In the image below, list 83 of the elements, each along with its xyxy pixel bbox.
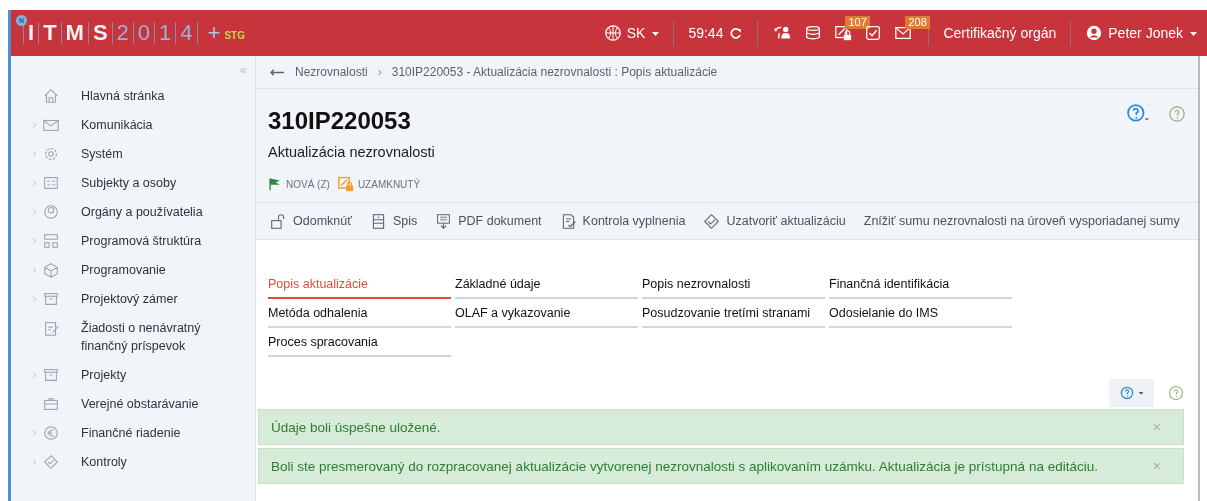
id-card-icon xyxy=(41,174,61,192)
logo-letter: T xyxy=(43,20,57,46)
user-menu[interactable]: Peter Jonek xyxy=(1081,24,1207,42)
toolbar-action[interactable]: PDF dokument xyxy=(435,212,542,230)
caret-icon xyxy=(652,32,660,36)
logo-digit: 1 xyxy=(159,20,172,46)
checkmark-icon xyxy=(41,453,61,471)
user-icon xyxy=(41,203,61,221)
briefcase-icon xyxy=(41,395,61,413)
euro-icon xyxy=(41,424,61,442)
tab[interactable]: Popis nezrovnalosti xyxy=(642,270,825,299)
tab[interactable]: Metóda odhalenia xyxy=(268,299,451,328)
logo-letter: M xyxy=(65,20,84,46)
sidebar-item[interactable]: Orgány a používatelia xyxy=(81,203,203,221)
checkbox-icon xyxy=(864,24,883,42)
sidebar-item[interactable]: Žiadosti o nenávratný finančný príspevok xyxy=(81,319,247,355)
database-icon xyxy=(804,24,823,42)
cube-icon xyxy=(41,261,61,279)
diamond-check-icon xyxy=(703,212,721,230)
alert-message: Údaje boli úspešne uložené. xyxy=(271,419,441,435)
archive-box-icon xyxy=(41,290,61,308)
environment-label: STG xyxy=(224,29,245,41)
sidebar-item[interactable]: Systém xyxy=(81,145,123,163)
count-badge: 107 xyxy=(845,16,870,29)
sidebar-item[interactable]: Kontroly xyxy=(81,453,127,471)
sidebar-item[interactable]: Komunikácia xyxy=(81,116,153,134)
record-code: 310IP220053 xyxy=(268,107,411,135)
logo-digit: 0 xyxy=(137,20,151,46)
locked-edit-icon xyxy=(834,24,853,42)
tab[interactable]: OLAF a vykazovanie xyxy=(455,299,638,328)
help-icon xyxy=(1168,105,1186,123)
caret-icon xyxy=(1190,32,1197,36)
toolbar-action[interactable]: Znížiť sumu nezrovnalosti na úroveň vysporiadanej sumy xyxy=(863,214,1180,228)
logo-digit: 2 xyxy=(116,20,129,46)
chevron-right-icon xyxy=(375,67,384,77)
toolbar-action[interactable]: Uzatvoriť aktualizáciu xyxy=(703,212,846,230)
globe-icon xyxy=(603,24,622,42)
pdf-icon xyxy=(435,212,453,230)
tab[interactable]: Posudzovanie tretími stranami xyxy=(642,299,825,328)
language-selector[interactable]: SK xyxy=(599,24,664,42)
lock-edit-icon xyxy=(337,176,354,192)
alert-message: Boli ste presmerovaný do rozpracovanej aktualizácie vytvorenej nezrovnalosti s aplikovaním uzámku. Aktualizácia je prístupná na editáciu. xyxy=(271,458,1098,474)
tab[interactable]: Odosielanie do IMS xyxy=(829,299,1012,328)
hierarchy-icon xyxy=(41,232,61,250)
sidebar-item[interactable]: Verejné obstarávanie xyxy=(81,395,199,413)
toolbar-action[interactable]: Spis xyxy=(369,212,418,230)
back-arrow-icon[interactable] xyxy=(270,67,285,77)
tab[interactable]: Popis aktualizácie xyxy=(268,270,451,299)
logo-digit: 4 xyxy=(180,20,193,46)
sidebar-item[interactable]: Hlavná stránka xyxy=(81,87,165,105)
unlock-icon xyxy=(270,212,287,230)
count-badge: 208 xyxy=(905,16,930,29)
tab[interactable]: Finančná identifikácia xyxy=(829,270,1012,299)
sidebar-item[interactable]: Programová štruktúra xyxy=(81,232,202,250)
help-dropdown[interactable] xyxy=(1109,379,1154,407)
caret-icon xyxy=(1138,390,1144,396)
logo-plus: + xyxy=(207,20,221,46)
refresh-icon xyxy=(728,25,744,41)
status-label: UZAMKNUTÝ xyxy=(357,178,421,190)
role-label[interactable]: Certifikačný orgán xyxy=(939,25,1061,41)
session-timer[interactable]: 59:44 xyxy=(684,25,748,41)
status-label: NOVÁ (Z) xyxy=(286,178,330,190)
toolbar-action[interactable]: Odomknúť xyxy=(270,212,352,230)
help-icon xyxy=(1168,385,1184,401)
tab[interactable]: Základné údaje xyxy=(455,270,638,299)
archive-box-icon xyxy=(41,366,61,384)
record-subtitle: Aktualizácia nezrovnalosti xyxy=(268,144,436,160)
flag-icon xyxy=(268,177,282,191)
sidebar-item[interactable]: Projekty xyxy=(81,366,127,384)
logo-letter: S xyxy=(92,20,108,46)
logo-letter: I xyxy=(28,20,35,46)
home-icon xyxy=(41,87,61,105)
toolbar-action[interactable]: Kontrola vyplnenia xyxy=(559,212,686,230)
sidebar-item[interactable]: Subjekty a osoby xyxy=(81,174,177,192)
help-icon xyxy=(1119,385,1135,401)
sidebar-item[interactable]: Projektový zámer xyxy=(81,290,178,308)
sidebar-item[interactable]: Programovanie xyxy=(81,261,166,279)
breadcrumb-link[interactable]: Nezrovnalosti xyxy=(295,65,368,79)
envelope-icon xyxy=(894,24,913,42)
user-avatar-icon xyxy=(1085,24,1104,42)
tab[interactable]: Proces spracovania xyxy=(268,328,451,357)
breadcrumb-link[interactable]: 310IP220053 - Aktualizácia nezrovnalosti : Popis aktualizácie xyxy=(391,65,718,79)
sidebar-item[interactable]: Finančné riadenie xyxy=(81,424,181,442)
